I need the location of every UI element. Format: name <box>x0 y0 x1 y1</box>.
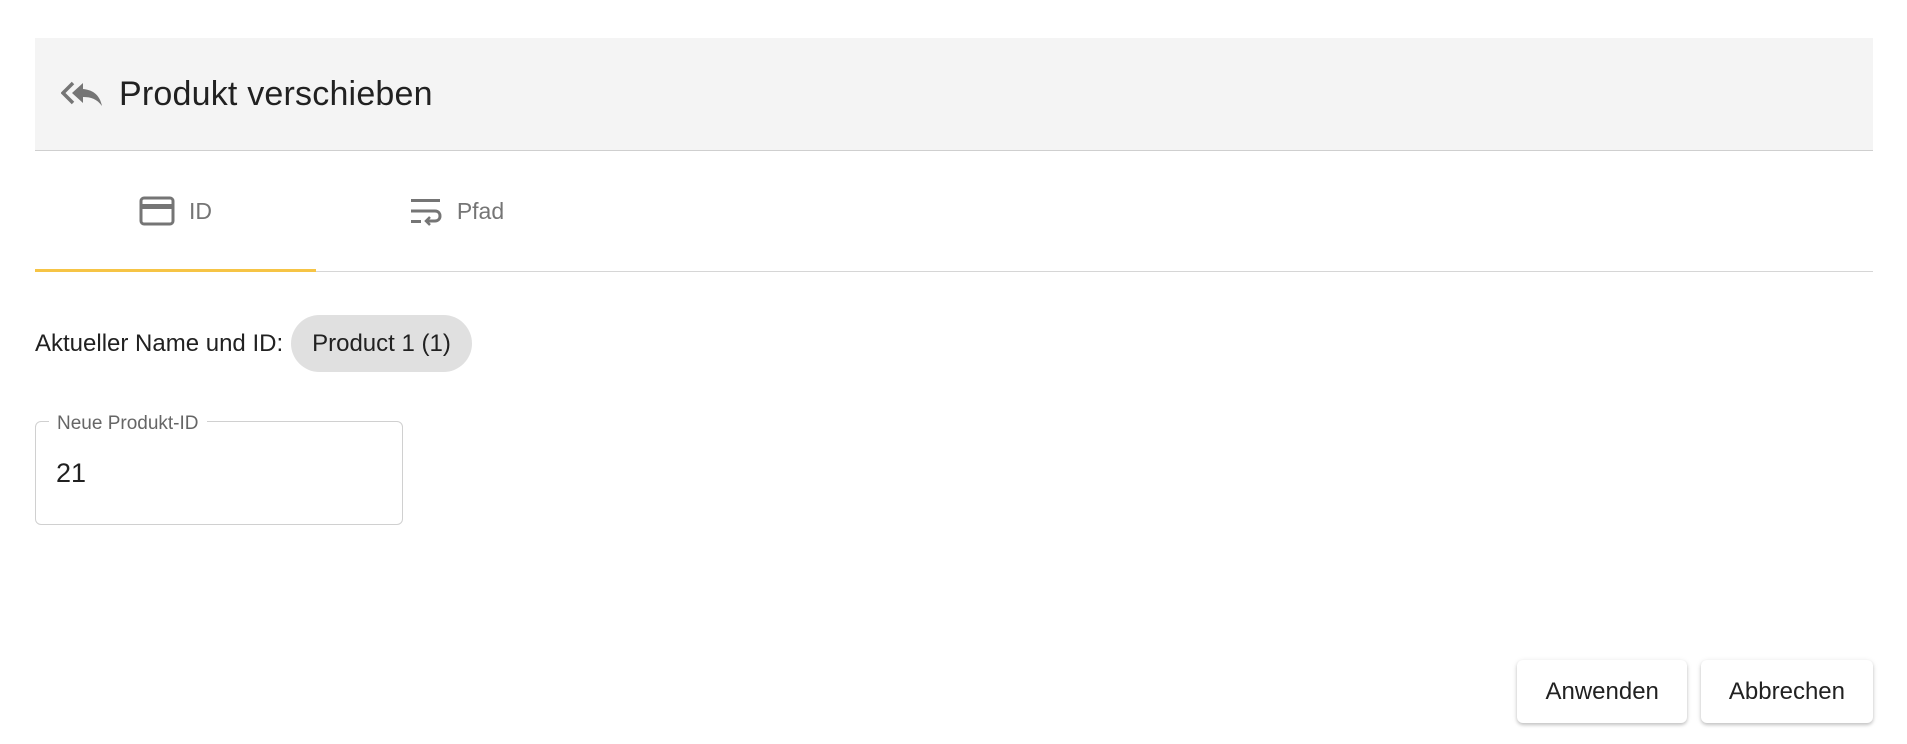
new-product-id-input[interactable] <box>56 458 376 489</box>
tab-bar: ID Pfad <box>35 151 1873 272</box>
dialog-actions: Anwenden Abbrechen <box>1517 660 1873 723</box>
dialog-title: Produkt verschieben <box>119 74 433 113</box>
current-name-row: Aktueller Name und ID: Product 1 (1) <box>35 315 472 372</box>
tab-id-label: ID <box>189 197 212 224</box>
cancel-button[interactable]: Abbrechen <box>1700 660 1873 723</box>
move-product-dialog: Produkt verschieben ID Pfad Aktueller Na… <box>35 38 1873 728</box>
new-product-id-label: Neue Produkt-ID <box>49 413 207 435</box>
tab-path[interactable]: Pfad <box>316 151 597 271</box>
dialog-header: Produkt verschieben <box>35 38 1873 151</box>
tab-path-label: Pfad <box>456 197 505 224</box>
wrap-text-icon <box>409 196 443 226</box>
credit-card-icon <box>139 196 175 226</box>
reply-all-icon <box>61 79 105 109</box>
apply-button[interactable]: Anwenden <box>1517 660 1687 723</box>
current-name-label: Aktueller Name und ID: <box>35 329 284 357</box>
new-product-id-field: Neue Produkt-ID <box>35 413 403 525</box>
tab-id[interactable]: ID <box>35 151 316 272</box>
current-product-chip: Product 1 (1) <box>291 315 472 372</box>
